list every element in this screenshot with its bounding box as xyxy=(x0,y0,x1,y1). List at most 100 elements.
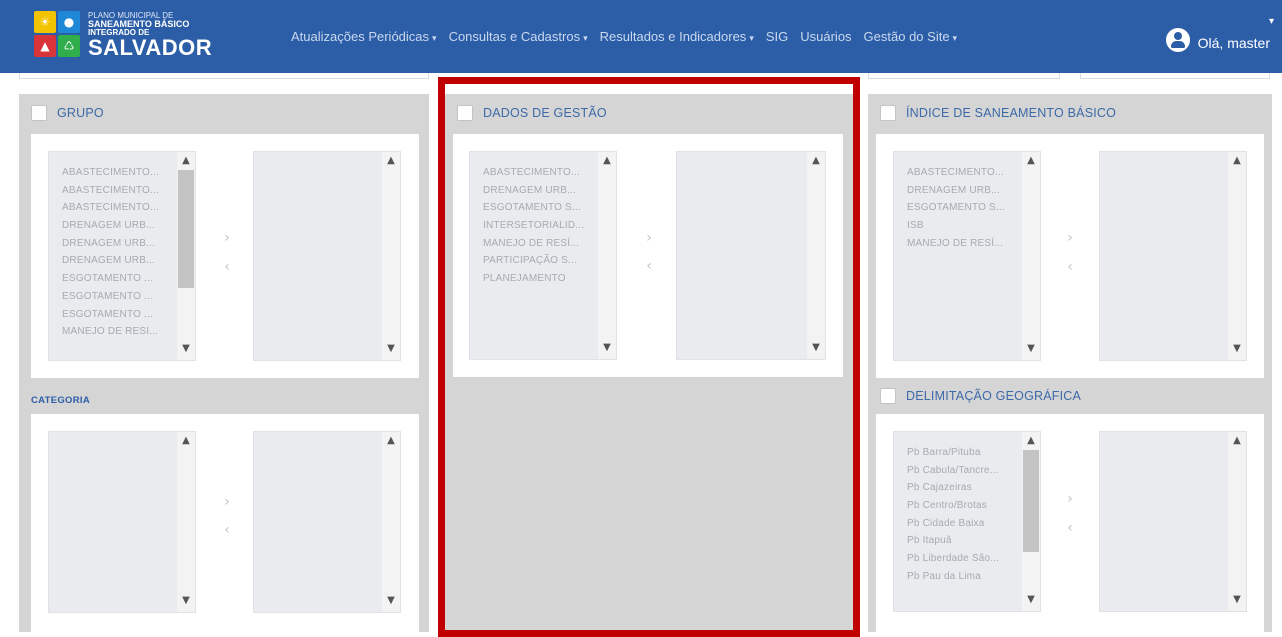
nav-resultados[interactable]: Resultados e Indicadores ▾ xyxy=(600,29,754,44)
scroll-thumb[interactable] xyxy=(1023,450,1039,552)
move-left-icon[interactable]: ‹ xyxy=(221,256,233,278)
scrollbar[interactable]: ▲ ▼ xyxy=(177,152,195,360)
scrollbar[interactable]: ▲ ▼ xyxy=(807,152,825,359)
list-item[interactable]: ESGOTAMENTO ... xyxy=(62,306,159,324)
grupo-checkbox[interactable] xyxy=(31,105,47,121)
scroll-up-icon[interactable]: ▲ xyxy=(807,154,825,168)
nav-sig[interactable]: SIG xyxy=(766,29,788,44)
scrollbar[interactable]: ▲ ▼ xyxy=(1228,432,1246,611)
dados-gestao-source-list[interactable]: ABASTECIMENTO... DRENAGEM URB... ESGOTAMEN… xyxy=(469,151,617,360)
list-item[interactable]: ISB xyxy=(907,217,1005,235)
move-right-icon[interactable]: › xyxy=(221,491,233,513)
list-item[interactable]: Pb Barra/Pituba xyxy=(907,444,999,462)
list-item[interactable]: ABASTECIMENTO... xyxy=(62,164,159,182)
scroll-up-icon[interactable]: ▲ xyxy=(382,434,400,448)
list-item[interactable]: MANEJO DE RESI... xyxy=(62,323,159,341)
categoria-target-list[interactable]: ▲ ▼ xyxy=(253,431,401,613)
scroll-up-icon[interactable]: ▲ xyxy=(1228,434,1246,448)
scroll-down-icon[interactable]: ▼ xyxy=(1228,593,1246,607)
scrollbar[interactable]: ▲ ▼ xyxy=(382,152,400,360)
filter-strip xyxy=(868,73,1060,79)
scroll-up-icon[interactable]: ▲ xyxy=(598,154,616,168)
list-item[interactable]: DRENAGEM URB... xyxy=(62,217,159,235)
list-item[interactable]: Pb Cabula/Tancre... xyxy=(907,462,999,480)
scroll-up-icon[interactable]: ▲ xyxy=(177,434,195,448)
list-item[interactable]: Pb Itapuã xyxy=(907,532,999,550)
scrollbar[interactable]: ▲ ▼ xyxy=(1022,432,1040,611)
nav-atualizacoes[interactable]: Atualizações Periódicas ▾ xyxy=(291,29,437,44)
move-right-icon[interactable]: › xyxy=(643,227,655,249)
scroll-down-icon[interactable]: ▼ xyxy=(1228,342,1246,356)
scrollbar[interactable]: ▲ ▼ xyxy=(177,432,195,612)
scroll-down-icon[interactable]: ▼ xyxy=(1022,593,1040,607)
list-item[interactable]: INTERSETORIALID... xyxy=(483,217,584,235)
scroll-down-icon[interactable]: ▼ xyxy=(177,594,195,608)
scroll-down-icon[interactable]: ▼ xyxy=(807,341,825,355)
grupo-source-list[interactable]: ABASTECIMENTO... ABASTECIMENTO... ABASTECI… xyxy=(48,151,196,361)
scroll-thumb[interactable] xyxy=(178,170,194,288)
scroll-down-icon[interactable]: ▼ xyxy=(177,342,195,356)
list-item[interactable]: MANEJO DE RESÍ... xyxy=(483,235,584,253)
list-item[interactable]: ABASTECIMENTO... xyxy=(483,164,584,182)
move-left-icon[interactable]: ‹ xyxy=(643,255,655,277)
dados-gestao-target-list[interactable]: ▲ ▼ xyxy=(676,151,826,360)
list-item[interactable]: DRENAGEM URB... xyxy=(62,235,159,253)
list-item[interactable]: ESGOTAMENTO S... xyxy=(907,199,1005,217)
list-item[interactable]: ABASTECIMENTO... xyxy=(907,164,1005,182)
move-right-icon[interactable]: › xyxy=(1064,227,1076,249)
list-item[interactable]: DRENAGEM URB... xyxy=(907,182,1005,200)
list-item[interactable]: Pb Cajazeiras xyxy=(907,479,999,497)
scrollbar[interactable]: ▲ ▼ xyxy=(1022,152,1040,360)
list-item[interactable]: PLANEJAMENTO xyxy=(483,270,584,288)
list-item[interactable]: Pb Pau da Lima xyxy=(907,568,999,586)
scroll-down-icon[interactable]: ▼ xyxy=(1022,342,1040,356)
categoria-source-list[interactable]: ▲ ▼ xyxy=(48,431,196,613)
scroll-down-icon[interactable]: ▼ xyxy=(382,342,400,356)
list-item[interactable]: Pb Cidade Baixa xyxy=(907,515,999,533)
scroll-down-icon[interactable]: ▼ xyxy=(598,341,616,355)
grupo-card: ABASTECIMENTO... ABASTECIMENTO... ABASTECI… xyxy=(31,134,419,378)
scrollbar[interactable]: ▲ ▼ xyxy=(382,432,400,612)
scroll-down-icon[interactable]: ▼ xyxy=(382,594,400,608)
delimitacao-source-list[interactable]: Pb Barra/Pituba Pb Cabula/Tancre... Pb Caj… xyxy=(893,431,1041,612)
logo-icon: ☀ ● ▲ ♺ xyxy=(34,11,82,59)
list-item[interactable]: DRENAGEM URB... xyxy=(483,182,584,200)
chevron-down-icon: ▾ xyxy=(1268,16,1274,27)
filter-strip xyxy=(19,73,429,79)
list-item[interactable]: PARTICIPAÇÃO S... xyxy=(483,252,584,270)
move-left-icon[interactable]: ‹ xyxy=(1064,256,1076,278)
scroll-up-icon[interactable]: ▲ xyxy=(1022,434,1040,448)
move-right-icon[interactable]: › xyxy=(221,227,233,249)
indice-source-list[interactable]: ABASTECIMENTO... DRENAGEM URB... ESGOTAMEN… xyxy=(893,151,1041,361)
list-item[interactable]: Pb Centro/Brotas xyxy=(907,497,999,515)
user-menu[interactable]: Olá, master ▾ xyxy=(1165,16,1274,52)
nav-consultas[interactable]: Consultas e Cadastros ▾ xyxy=(449,29,588,44)
list-item[interactable]: ESGOTAMENTO ... xyxy=(62,270,159,288)
list-item[interactable]: DRENAGEM URB... xyxy=(62,252,159,270)
dados-gestao-checkbox[interactable] xyxy=(457,105,473,121)
scrollbar[interactable]: ▲ ▼ xyxy=(598,152,616,359)
scroll-up-icon[interactable]: ▲ xyxy=(1022,154,1040,168)
move-right-icon[interactable]: › xyxy=(1064,488,1076,510)
indice-target-list[interactable]: ▲ ▼ xyxy=(1099,151,1247,361)
indice-card: ABASTECIMENTO... DRENAGEM URB... ESGOTAMEN… xyxy=(876,134,1264,378)
grupo-target-list[interactable]: ▲ ▼ xyxy=(253,151,401,361)
nav-gestao-site[interactable]: Gestão do Site ▾ xyxy=(864,29,958,44)
list-item[interactable]: ABASTECIMENTO... xyxy=(62,182,159,200)
scroll-up-icon[interactable]: ▲ xyxy=(382,154,400,168)
list-item[interactable]: Pb Liberdade São... xyxy=(907,550,999,568)
nav-usuarios[interactable]: Usuários xyxy=(800,29,851,44)
scroll-up-icon[interactable]: ▲ xyxy=(177,154,195,168)
list-item[interactable]: ESGOTAMENTO ... xyxy=(62,288,159,306)
indice-checkbox[interactable] xyxy=(880,105,896,121)
list-item[interactable]: ESGOTAMENTO S... xyxy=(483,199,584,217)
move-left-icon[interactable]: ‹ xyxy=(1064,517,1076,539)
site-logo[interactable]: ☀ ● ▲ ♺ PLANO MUNICIPAL DE SANEAMENTO BÁ… xyxy=(34,11,214,63)
move-left-icon[interactable]: ‹ xyxy=(221,519,233,541)
delimitacao-checkbox[interactable] xyxy=(880,388,896,404)
list-item[interactable]: MANEJO DE RESÍ... xyxy=(907,235,1005,253)
scroll-up-icon[interactable]: ▲ xyxy=(1228,154,1246,168)
delimitacao-target-list[interactable]: ▲ ▼ xyxy=(1099,431,1247,612)
scrollbar[interactable]: ▲ ▼ xyxy=(1228,152,1246,360)
list-item[interactable]: ABASTECIMENTO... xyxy=(62,199,159,217)
